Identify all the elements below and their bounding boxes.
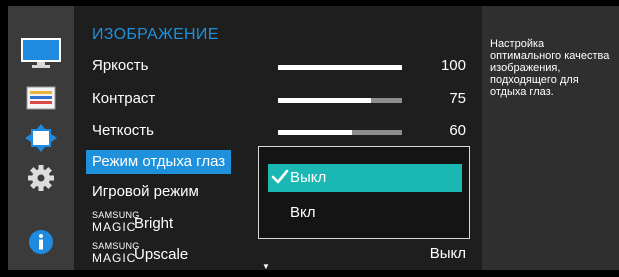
- settings-gear-icon: [28, 165, 54, 191]
- menu-item-label: Bright: [134, 215, 174, 232]
- menu-item-brightness[interactable]: Яркость 100: [74, 52, 482, 80]
- help-description: Настройка оптимального качества изображе…: [490, 38, 610, 98]
- information-icon: [29, 230, 53, 254]
- system-category[interactable]: [8, 158, 74, 198]
- information-category[interactable]: [8, 222, 74, 262]
- category-sidebar: [8, 6, 74, 270]
- menu-item-label: Игровой режим: [92, 183, 199, 200]
- onscreen-display-category[interactable]: [8, 78, 74, 118]
- scroll-down-icon[interactable]: ▼: [262, 262, 270, 271]
- checkmark-icon: [271, 169, 289, 184]
- menu-item-value: 60: [449, 122, 466, 139]
- menu-item-value: 75: [449, 90, 466, 107]
- option-off[interactable]: Выкл: [268, 164, 462, 192]
- magic-wordmark: MAGIC: [92, 220, 137, 234]
- menu-item-sharpness[interactable]: Четкость 60: [74, 117, 482, 145]
- picture-category[interactable]: [8, 34, 74, 74]
- menu-item-value: 100: [440, 57, 466, 74]
- sharpness-slider[interactable]: [278, 130, 402, 135]
- menu-item-label: Четкость: [92, 122, 154, 139]
- position-size-category[interactable]: [8, 118, 74, 158]
- eye-saver-options-dropdown: Выкл Вкл: [258, 146, 470, 239]
- samsung-wordmark: SAMSUNG: [92, 210, 140, 220]
- menu-item-label: Контраст: [92, 90, 156, 107]
- brightness-slider[interactable]: [278, 65, 402, 70]
- menu-item-magic-upscale[interactable]: SAMSUNG MAGIC Upscale Выкл: [74, 240, 482, 268]
- menu-item-label: Upscale: [134, 246, 189, 263]
- menu-item-contrast[interactable]: Контраст 75: [74, 85, 482, 113]
- menu-item-label: Яркость: [92, 57, 149, 74]
- onscreen-display-icon: [26, 86, 56, 110]
- slider-fill: [278, 65, 402, 70]
- magic-wordmark: MAGIC: [92, 251, 137, 265]
- option-label: Выкл: [290, 169, 327, 186]
- help-panel: Настройка оптимального качества изображе…: [482, 6, 619, 270]
- option-on[interactable]: Вкл: [268, 199, 462, 227]
- slider-fill: [278, 130, 353, 135]
- slider-fill: [278, 98, 371, 103]
- menu-item-value: Выкл: [429, 245, 466, 262]
- picture-icon: [21, 38, 61, 68]
- samsung-wordmark: SAMSUNG: [92, 241, 140, 251]
- menu-title: ИЗОБРАЖЕНИЕ: [92, 26, 219, 43]
- menu-item-label: Режим отдыха глаз: [86, 150, 232, 174]
- option-label: Вкл: [290, 204, 316, 221]
- position-size-icon: [25, 124, 57, 152]
- contrast-slider[interactable]: [278, 98, 402, 103]
- monitor-osd-menu: ИЗОБРАЖЕНИЕ Яркость 100 Контраст 75 Четк…: [0, 0, 619, 277]
